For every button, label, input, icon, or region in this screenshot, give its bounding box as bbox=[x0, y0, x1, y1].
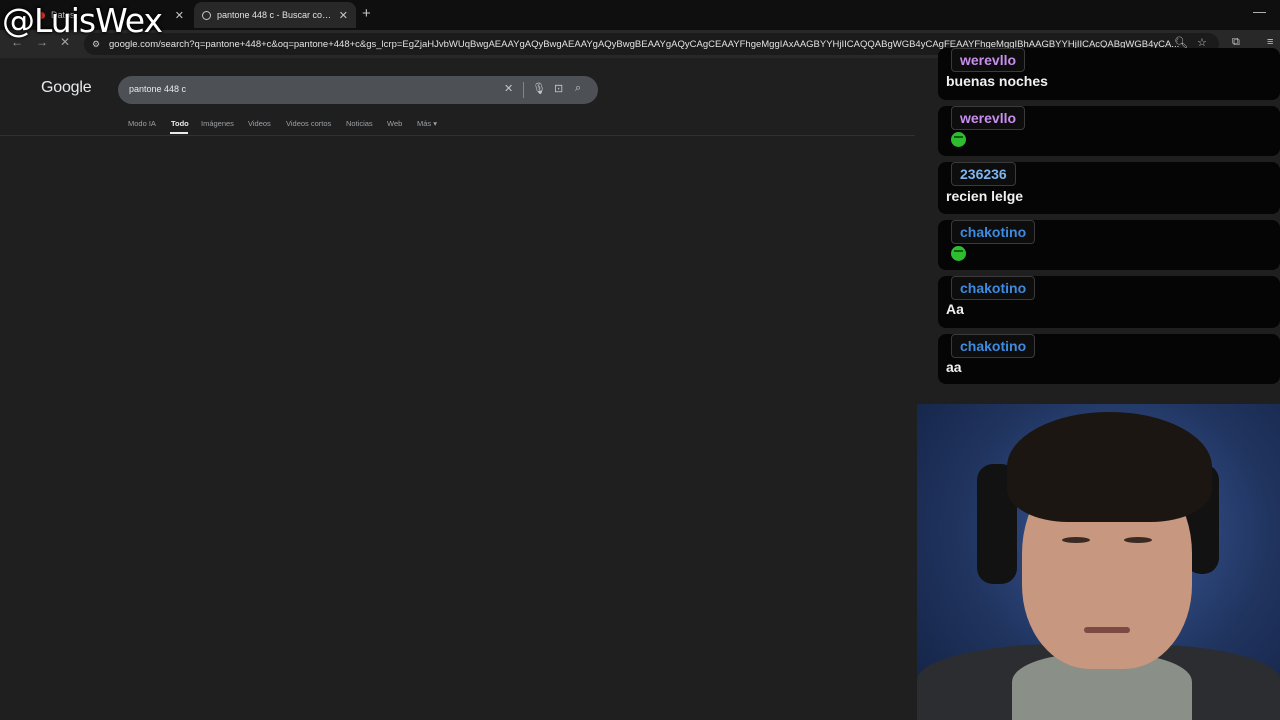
chat-message: 236236 recien lelge bbox=[938, 162, 1280, 214]
new-tab-icon[interactable]: + bbox=[362, 5, 371, 22]
chat-message: werevllo buenas noches bbox=[938, 48, 1280, 100]
search-icon[interactable]: ⌕ bbox=[575, 82, 581, 95]
chat-username: werevllo bbox=[951, 106, 1026, 130]
chat-text: Aa bbox=[946, 301, 964, 317]
filter-todo[interactable]: Todo bbox=[171, 119, 189, 128]
webcam-feed bbox=[917, 404, 1280, 720]
chat-text: buenas noches bbox=[946, 73, 1048, 89]
google-logo[interactable]: Google bbox=[41, 79, 92, 97]
search-input[interactable]: pantone 448 c bbox=[129, 84, 186, 94]
chat-username: chakotino bbox=[951, 220, 1036, 244]
search-box[interactable]: pantone 448 c ✕ 🎙︎ ⊡ ⌕ bbox=[118, 76, 598, 104]
filter-videos[interactable]: Videos bbox=[248, 119, 271, 128]
microphone-icon[interactable]: 🎙︎ bbox=[532, 82, 546, 95]
site-info-icon[interactable]: ⚙ bbox=[92, 39, 102, 49]
lens-icon[interactable]: ⊡ bbox=[554, 82, 563, 95]
stream-chat: werevllo buenas noches werevllo 236236 r… bbox=[938, 48, 1280, 386]
tab-title: pantone 448 c - Buscar con Google bbox=[217, 10, 335, 20]
chat-username: chakotino bbox=[951, 334, 1036, 358]
filter-web[interactable]: Web bbox=[387, 119, 402, 128]
chat-text: aa bbox=[946, 359, 962, 375]
webcam-hair bbox=[1007, 412, 1212, 522]
chat-username: 236236 bbox=[951, 162, 1016, 186]
close-icon[interactable]: ✕ bbox=[339, 9, 348, 22]
search-divider bbox=[523, 82, 524, 98]
green-emote-icon bbox=[951, 132, 966, 147]
minimize-icon[interactable]: — bbox=[1253, 4, 1266, 19]
webcam-mouth bbox=[1084, 627, 1130, 633]
chat-username: werevllo bbox=[951, 48, 1026, 72]
chat-username: chakotino bbox=[951, 276, 1036, 300]
webcam-eye bbox=[1124, 537, 1152, 543]
filter-modo-ia[interactable]: Modo IA bbox=[128, 119, 156, 128]
chat-message: chakotino bbox=[938, 220, 1280, 270]
close-icon[interactable]: ✕ bbox=[175, 9, 184, 22]
filter-mas-label: Más bbox=[417, 119, 432, 128]
filter-imagenes[interactable]: Imágenes bbox=[201, 119, 234, 128]
filter-videos-cortos[interactable]: Videos cortos bbox=[286, 119, 331, 128]
clear-icon[interactable]: ✕ bbox=[504, 82, 513, 95]
chat-message: chakotino Aa bbox=[938, 276, 1280, 328]
filter-noticias[interactable]: Noticias bbox=[346, 119, 373, 128]
google-favicon-icon bbox=[202, 10, 211, 20]
chat-text: recien lelge bbox=[946, 188, 1024, 204]
chat-message: werevllo bbox=[938, 106, 1280, 156]
active-filter-indicator bbox=[170, 132, 188, 134]
header-divider bbox=[0, 135, 915, 136]
streamer-watermark: @LuisWex bbox=[2, 1, 163, 40]
green-emote-icon bbox=[951, 246, 966, 261]
filter-mas[interactable]: Más ▾ bbox=[417, 119, 437, 128]
webcam-eye bbox=[1062, 537, 1090, 543]
chat-message: chakotino aa bbox=[938, 334, 1280, 384]
menu-icon[interactable]: ≡ bbox=[1267, 36, 1273, 48]
tab-google-search[interactable]: pantone 448 c - Buscar con Google ✕ bbox=[194, 2, 356, 28]
tab-strip: Datos ✕ pantone 448 c - Buscar con Googl… bbox=[0, 0, 1280, 30]
